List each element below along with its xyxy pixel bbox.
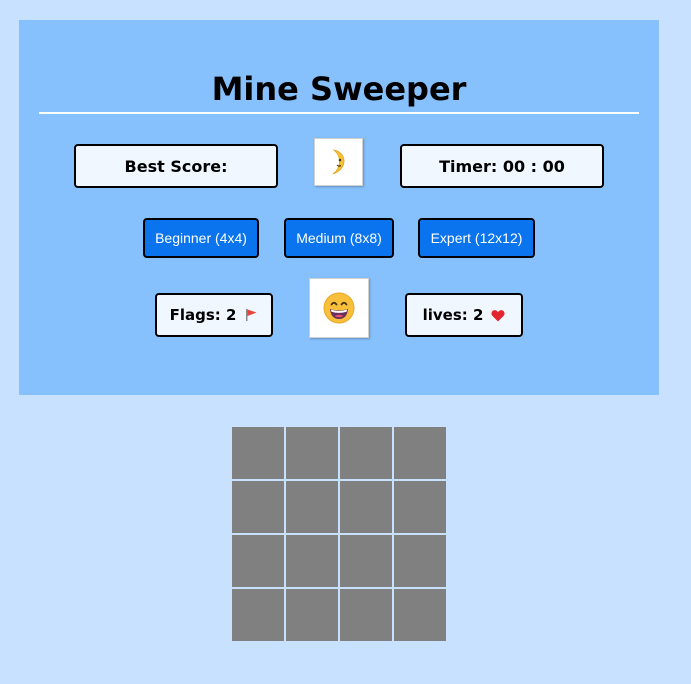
crescent-moon-face-icon <box>332 149 344 175</box>
lives-label: lives: 2 <box>422 306 484 324</box>
red-flag-icon <box>244 308 258 322</box>
board-cell-r3-c3[interactable] <box>340 535 392 587</box>
board-cell-r1-c2[interactable] <box>286 427 338 479</box>
page-title: Mine Sweeper <box>211 70 467 108</box>
board-cell-r3-c1[interactable] <box>232 535 284 587</box>
timer-display: Timer: 00 : 00 <box>400 144 604 188</box>
expert-level-button[interactable]: Expert (12x12) <box>418 218 535 258</box>
board-cell-r4-c4[interactable] <box>394 589 446 641</box>
grinning-face-icon <box>323 292 355 324</box>
red-heart-icon <box>491 309 505 322</box>
board-cell-r1-c4[interactable] <box>394 427 446 479</box>
title-divider <box>39 112 639 114</box>
board-cell-r3-c2[interactable] <box>286 535 338 587</box>
board-cell-r3-c4[interactable] <box>394 535 446 587</box>
board-cell-r4-c1[interactable] <box>232 589 284 641</box>
timer-label: Timer: 00 : 00 <box>439 156 565 176</box>
flags-label: Flags: 2 <box>169 306 237 324</box>
beginner-level-button[interactable]: Beginner (4x4) <box>143 218 259 258</box>
reset-face-button[interactable] <box>309 278 369 338</box>
medium-level-button[interactable]: Medium (8x8) <box>284 218 394 258</box>
board-cell-r4-c3[interactable] <box>340 589 392 641</box>
board-cell-r2-c1[interactable] <box>232 481 284 533</box>
board-cell-r2-c2[interactable] <box>286 481 338 533</box>
board-cell-r2-c4[interactable] <box>394 481 446 533</box>
board-cell-r1-c3[interactable] <box>340 427 392 479</box>
flags-counter: Flags: 2 <box>155 293 273 337</box>
board-cell-r2-c3[interactable] <box>340 481 392 533</box>
lives-counter: lives: 2 <box>405 293 523 337</box>
header-panel: Mine Sweeper Best Score: Timer: 00 : 00 … <box>19 20 659 395</box>
best-score-label: Best Score: <box>124 156 228 176</box>
best-score-display: Best Score: <box>74 144 278 188</box>
theme-toggle-button[interactable] <box>314 138 363 186</box>
minefield-board <box>232 427 446 641</box>
board-cell-r4-c2[interactable] <box>286 589 338 641</box>
board-cell-r1-c1[interactable] <box>232 427 284 479</box>
